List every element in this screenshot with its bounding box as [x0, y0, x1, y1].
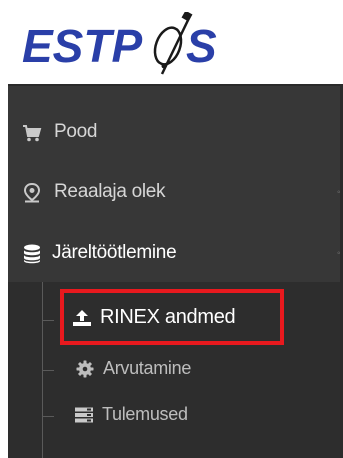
- sidebar-item-pood[interactable]: Pood: [8, 110, 343, 156]
- tree-branch: [42, 416, 54, 417]
- tree-branch: [42, 370, 54, 371]
- submenu-item-label: Arvutamine: [103, 358, 192, 378]
- app-header: ESTP S: [0, 0, 343, 84]
- database-icon: [22, 244, 42, 264]
- submenu-item-arvutamine[interactable]: Arvutamine: [75, 358, 191, 379]
- logo-text-left: ESTP: [22, 20, 142, 72]
- sidebar-item-label: Pood: [54, 121, 98, 142]
- sidebar-divider: [8, 84, 343, 86]
- gear-icon: [75, 360, 95, 378]
- sidebar-item-label: Järeltöötlemine: [52, 242, 177, 263]
- cart-icon: [22, 123, 42, 143]
- logo-graphic: ESTP S: [22, 12, 217, 75]
- sidebar-item-reaalaja-olek[interactable]: Reaalaja olek ◦: [8, 170, 343, 216]
- map-marker-icon: [22, 183, 42, 203]
- submenu-item-label: Tulemused: [102, 404, 188, 424]
- tree-branch: [42, 320, 54, 321]
- sidebar-item-label: Reaalaja olek: [54, 181, 166, 202]
- estpos-logo[interactable]: ESTP S: [18, 12, 228, 76]
- highlight-annotation: [60, 289, 284, 345]
- sidebar-item-jareltootlemine[interactable]: Järeltöötlemine ◦: [8, 231, 343, 277]
- logo-text-right: S: [186, 20, 217, 72]
- server-list-icon: [74, 406, 94, 424]
- submenu-item-tulemused[interactable]: Tulemused: [74, 404, 188, 425]
